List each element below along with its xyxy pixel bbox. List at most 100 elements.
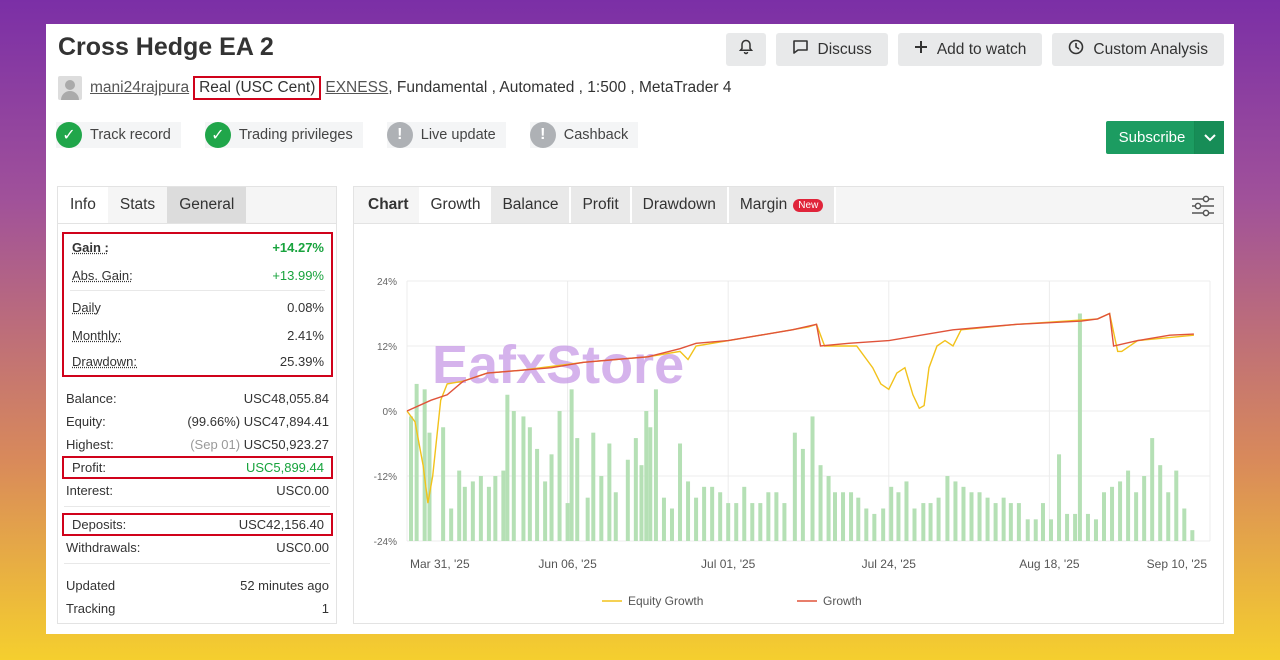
stat-value-group: (Sep 01) USC50,923.27 [190, 437, 329, 452]
tab-growth[interactable]: Growth [419, 187, 492, 223]
tab-drawdown[interactable]: Drawdown [631, 187, 729, 223]
chart-tabs: Chart Growth Balance Profit Drawdown Mar… [354, 187, 1223, 224]
exclamation-icon: ! [529, 122, 556, 148]
profit-bar [1057, 454, 1062, 541]
y-tick-label: -12% [374, 472, 397, 483]
account-details: , Fundamental , Automated , 1:500 , Meta… [388, 79, 732, 96]
profit-bar [993, 503, 998, 541]
stat-label: Drawdown: [72, 353, 138, 369]
stat-value: USC47,894.41 [243, 414, 329, 429]
profit-bar [1040, 503, 1045, 541]
add-to-watch-label: Add to watch [936, 40, 1027, 58]
profit-bar [599, 476, 604, 541]
stat-label: Deposits: [72, 517, 127, 532]
profit-bar [569, 389, 574, 541]
bell-button[interactable] [725, 33, 766, 66]
bell-icon [738, 39, 754, 60]
verification-badges: ✓ Track record ✓ Trading privileges ! Li… [56, 122, 639, 148]
discuss-button[interactable]: Discuss [775, 33, 888, 66]
profit-bar [478, 476, 483, 541]
stat-value: 1 [321, 601, 329, 616]
profit-bar [1158, 465, 1163, 541]
custom-analysis-button[interactable]: Custom Analysis [1052, 33, 1224, 66]
profit-bar [766, 492, 771, 541]
profit-bar [1190, 530, 1195, 541]
badge-label: Cashback [563, 127, 629, 143]
x-tick-label: Jul 01, '25 [701, 557, 756, 571]
add-to-watch-button[interactable]: Add to watch [897, 33, 1043, 66]
profit-bar [521, 416, 526, 541]
stat-interest: Interest: USC0.00 [58, 479, 336, 502]
stat-label: Monthly: [72, 327, 122, 343]
tab-general[interactable]: General [167, 187, 247, 223]
profit-bar [575, 438, 580, 541]
y-tick-label: 12% [377, 342, 397, 353]
chevron-down-icon[interactable] [1194, 121, 1224, 154]
profit-bar [792, 432, 797, 541]
profit-bar [750, 503, 755, 541]
avatar[interactable] [58, 76, 82, 100]
custom-analysis-label: Custom Analysis [1093, 40, 1208, 58]
profit-bar [758, 503, 763, 541]
profit-bar [702, 486, 707, 541]
profit-bar [977, 492, 982, 541]
chart-legend: Equity Growth Growth [602, 594, 862, 608]
stat-drawdown: Drawdown: 25.39% [64, 347, 331, 375]
equity-percent: (99.66%) [187, 414, 241, 429]
settings-sliders-icon[interactable] [1191, 195, 1215, 217]
profit-bar [945, 476, 950, 541]
stat-value: USC5,899.44 [245, 460, 324, 475]
profit-bar [742, 486, 747, 541]
tab-stats[interactable]: Stats [108, 187, 167, 223]
top-actions: Discuss Add to watch Custom Analysis [725, 33, 1224, 66]
subscribe-button[interactable]: Subscribe [1106, 121, 1224, 154]
badge-track-record: ✓ Track record [56, 122, 181, 148]
stat-label: Balance: [66, 391, 117, 406]
tab-balance[interactable]: Balance [491, 187, 572, 223]
broker-link[interactable]: EXNESS [325, 79, 388, 97]
stat-label: Withdrawals: [66, 540, 141, 555]
tab-profit[interactable]: Profit [571, 187, 632, 223]
y-tick-labels: 24% 12% 0% -12% -24% [374, 277, 397, 548]
stat-equity: Equity: (99.66%) USC47,894.41 [58, 410, 336, 433]
profit-bar [462, 486, 467, 541]
profit-bar [881, 508, 886, 541]
stat-value: 25.39% [279, 353, 324, 369]
profit-bar [800, 448, 805, 541]
stat-value: USC42,156.40 [238, 517, 324, 532]
account-meta: mani24rajpura Real (USC Cent) EXNESS , F… [58, 76, 731, 100]
stat-tracking: Tracking 1 [58, 597, 336, 620]
profit-bar [470, 481, 475, 541]
stat-value-group: (99.66%) USC47,894.41 [187, 414, 329, 429]
profit-bar [710, 486, 715, 541]
profit-bar [694, 497, 699, 541]
profit-bar [832, 492, 837, 541]
tab-margin[interactable]: Margin New [728, 187, 837, 223]
stat-abs-gain: Abs. Gain: +13.99% [64, 260, 331, 290]
stat-value: USC0.00 [276, 483, 329, 498]
check-icon: ✓ [204, 122, 231, 148]
profit-bar [826, 476, 831, 541]
profit-bar [678, 443, 683, 541]
stat-label: Highest: [66, 437, 114, 452]
stat-value: 52 minutes ago [240, 578, 329, 593]
profit-bar [1093, 519, 1098, 541]
profit-bar [1126, 470, 1131, 541]
page-title: Cross Hedge EA 2 [58, 33, 274, 61]
badge-label: Trading privileges [238, 127, 353, 143]
profit-bar [921, 503, 926, 541]
profit-bar [872, 513, 877, 541]
profit-bar [985, 497, 990, 541]
profit-bar [441, 427, 446, 541]
profit-bar [718, 492, 723, 541]
profit-bar [1102, 492, 1107, 541]
stat-label: Abs. Gain: [72, 267, 133, 283]
x-tick-labels: Mar 31, '25 Jun 06, '25 Jul 01, '25 Jul 24,… [410, 557, 1207, 571]
user-link[interactable]: mani24rajpura [90, 79, 189, 97]
y-tick-label: 24% [377, 277, 397, 288]
profit-bar [591, 432, 596, 541]
tab-info[interactable]: Info [58, 187, 108, 223]
stat-label: Interest: [66, 483, 113, 498]
stat-value: +13.99% [272, 267, 324, 283]
profit-bar [1118, 481, 1123, 541]
